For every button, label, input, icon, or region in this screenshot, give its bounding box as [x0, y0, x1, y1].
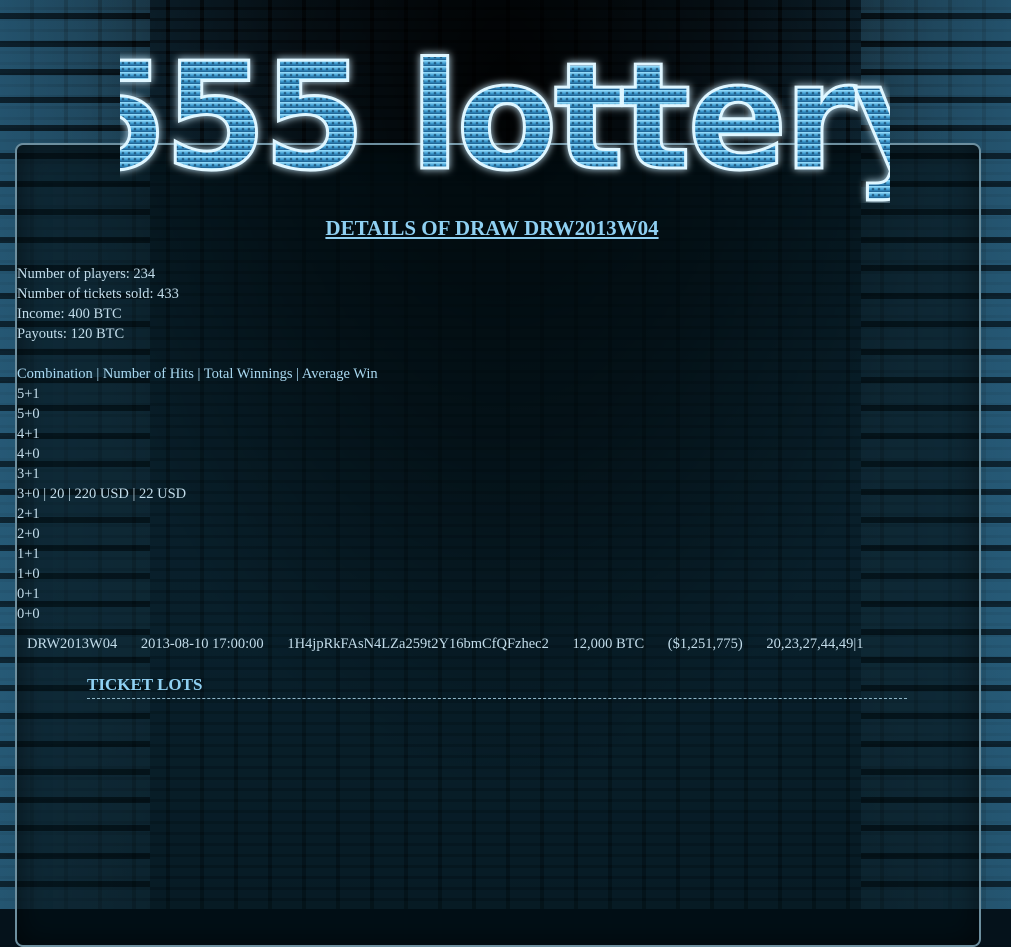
- draw-jackpot-btc: 12,000 BTC: [572, 636, 645, 652]
- result-row: 1+0: [17, 566, 40, 582]
- result-row: 1+1: [17, 546, 40, 562]
- result-row: 2+1: [17, 506, 40, 522]
- result-row: 3+1: [17, 466, 40, 482]
- results-list: Combination | Number of Hits | Total Win…: [17, 364, 977, 624]
- ticket-lots-heading: TICKET LOTS: [87, 674, 907, 699]
- result-row: 2+0: [17, 526, 40, 542]
- result-row: 0+1: [17, 586, 40, 602]
- result-row: 5+1: [17, 386, 40, 402]
- stat-players: Number of players: 234: [17, 266, 156, 282]
- stat-tickets-sold: Number of tickets sold: 433: [17, 286, 179, 302]
- draw-summary-row: DRW2013W04 2013-08-10 17:00:00 1H4jpRkFA…: [27, 634, 884, 654]
- logo-text: 555 lottery: [120, 31, 890, 203]
- result-row: 4+1: [17, 426, 40, 442]
- draw-datetime: 2013-08-10 17:00:00: [140, 636, 264, 652]
- draw-numbers: 20,23,27,44,49|1: [766, 636, 864, 652]
- results-header: Combination | Number of Hits | Total Win…: [17, 366, 378, 382]
- draw-jackpot-usd: ($1,251,775): [667, 636, 743, 652]
- page-title[interactable]: DETAILS OF DRAW DRW2013W04: [17, 214, 977, 242]
- result-row: 3+0 | 20 | 220 USD | 22 USD: [17, 486, 187, 502]
- draw-stats: Number of players: 234 Number of tickets…: [17, 264, 977, 344]
- draw-id: DRW2013W04: [27, 636, 118, 652]
- stat-payouts: Payouts: 120 BTC: [17, 326, 125, 342]
- result-row: 4+0: [17, 446, 40, 462]
- result-row: 5+0: [17, 406, 40, 422]
- main-content: DETAILS OF DRAW DRW2013W04 Number of pla…: [17, 210, 977, 699]
- stat-income: Income: 400 BTC: [17, 306, 122, 322]
- result-row: 0+0: [17, 606, 40, 622]
- draw-address[interactable]: 1H4jpRkFAsN4LZa259t2Y16bmCfQFzhec2: [287, 636, 549, 652]
- site-logo[interactable]: 555 lottery: [120, 18, 890, 204]
